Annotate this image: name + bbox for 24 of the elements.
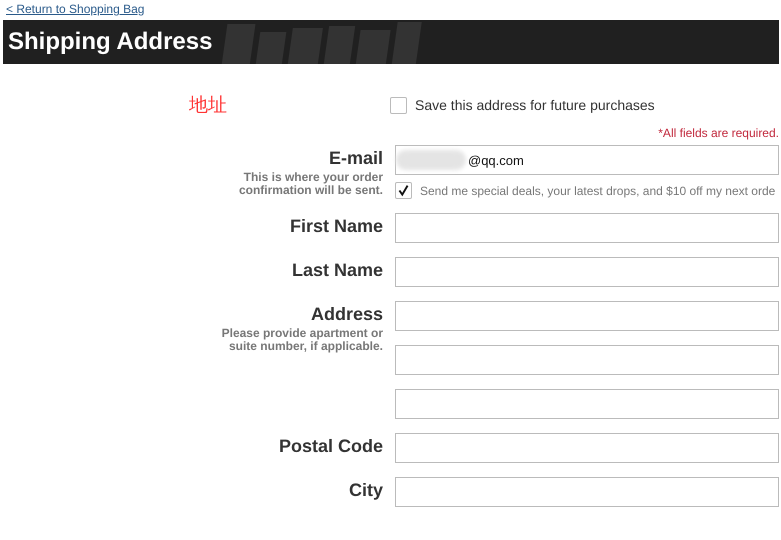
input-field[interactable] <box>395 477 779 507</box>
field-label: E-mail <box>328 147 383 170</box>
field-label: City <box>348 479 383 502</box>
field-hint: This is where your order confirmation will be sent. <box>238 171 383 197</box>
required-note: *All fields are required. <box>657 126 779 142</box>
field-label: Address <box>310 303 383 326</box>
field-label: Last Name <box>290 259 383 282</box>
field-label: First Name <box>288 215 383 238</box>
annotation: 地址 <box>188 93 228 118</box>
input-field[interactable] <box>395 345 779 375</box>
page-title: Shipping Address <box>7 27 212 57</box>
input-field[interactable] <box>395 257 779 287</box>
checkbox[interactable] <box>395 182 412 199</box>
input-field[interactable]: @qq.com <box>395 145 779 175</box>
back-link[interactable]: < Return to Shopping Bag <box>6 2 144 17</box>
input-field[interactable] <box>395 301 779 331</box>
checkbox[interactable] <box>390 96 407 114</box>
input-field[interactable] <box>395 213 779 243</box>
checkbox-label: Send me special deals, your latest drops, and $10 off my next orde <box>420 184 776 198</box>
input-field[interactable] <box>395 433 779 463</box>
checkbox-label: Save this address for future purchases <box>415 97 655 113</box>
field-hint: Please provide apartment or suite number, if applicable. <box>220 327 383 353</box>
input-field[interactable] <box>395 389 779 419</box>
field-label: Postal Code <box>278 435 383 458</box>
